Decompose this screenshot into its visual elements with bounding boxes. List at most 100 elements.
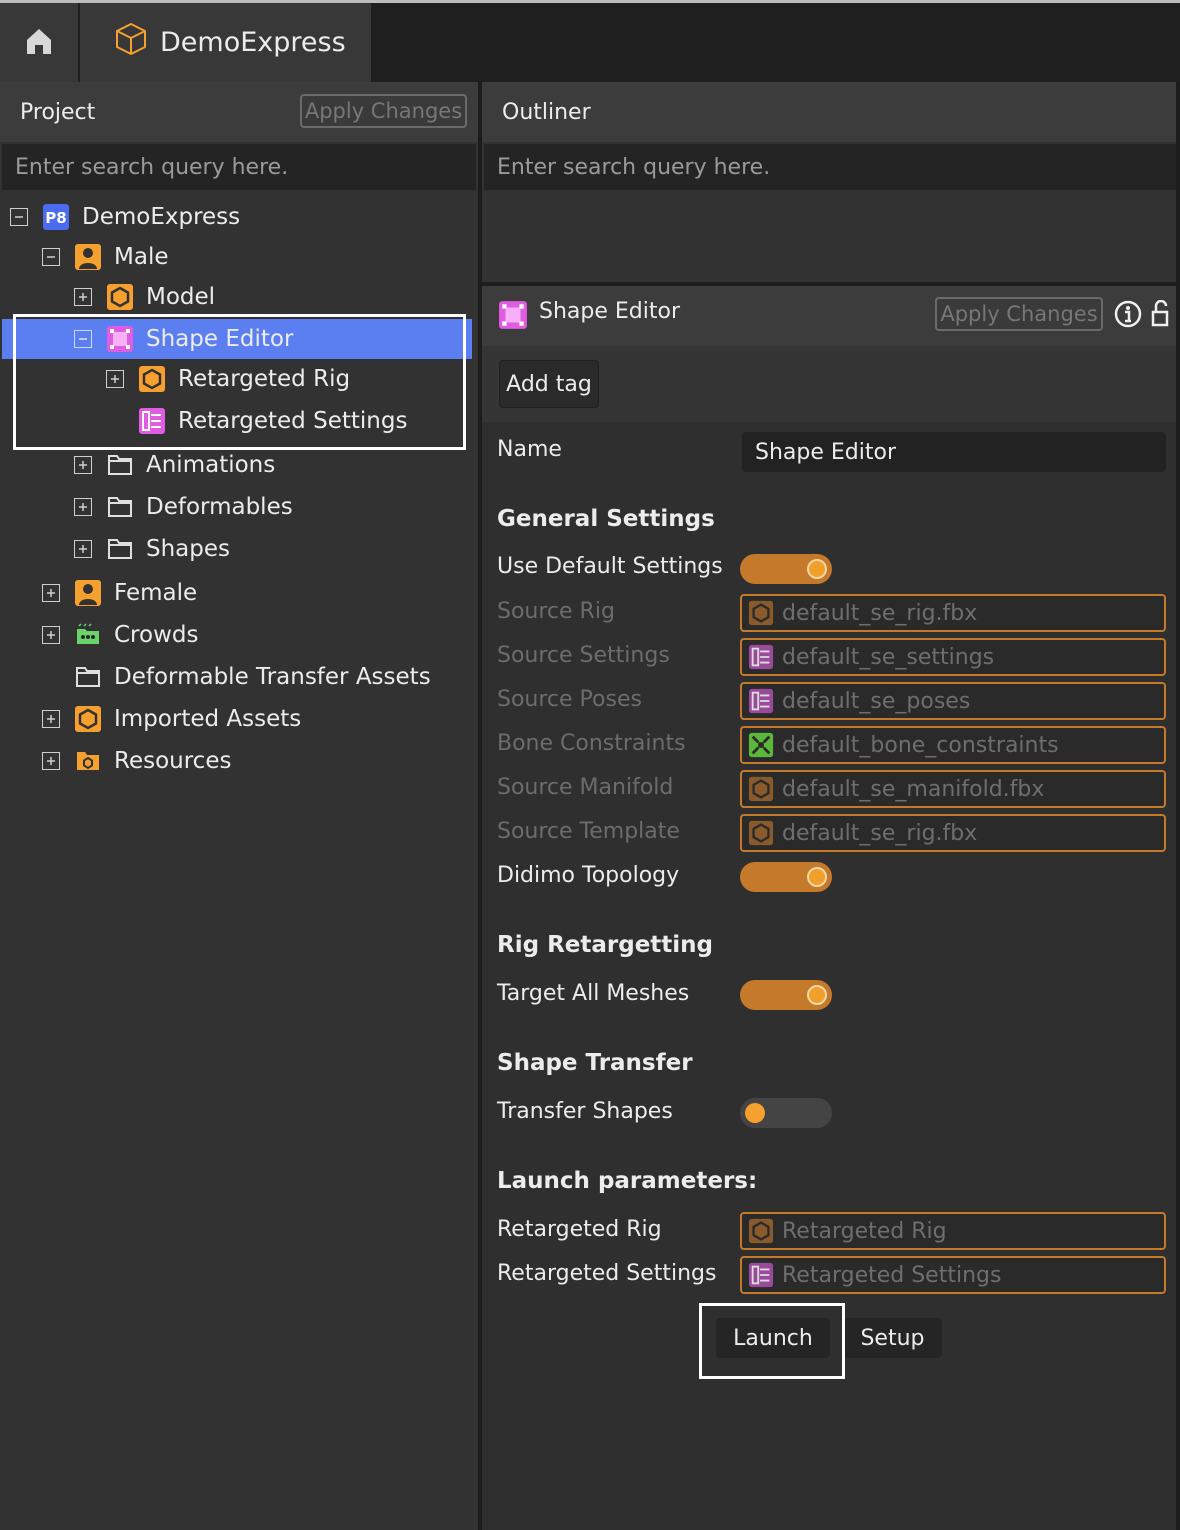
settings-icon bbox=[748, 688, 774, 714]
target-all-meshes-toggle[interactable] bbox=[740, 980, 832, 1010]
tree-item-shape-editor[interactable]: Shape Editor bbox=[2, 319, 472, 359]
inspector-header: Shape Editor Apply Changes bbox=[482, 286, 1176, 346]
use-default-settings-toggle[interactable] bbox=[740, 554, 832, 584]
rig-hexagon-icon bbox=[748, 776, 774, 802]
lp-retargeted-rig-label: Retargeted Rig bbox=[497, 1217, 662, 1242]
settings-icon bbox=[748, 1262, 774, 1288]
folder-icon bbox=[74, 663, 102, 691]
expand-toggle[interactable] bbox=[42, 710, 60, 728]
bone-constraints-icon bbox=[748, 732, 774, 758]
outliner-header: Outliner bbox=[482, 82, 1176, 142]
setup-button[interactable]: Setup bbox=[843, 1318, 942, 1358]
source-manifold-field[interactable]: default_se_manifold.fbx bbox=[740, 770, 1166, 808]
add-tag-button[interactable]: Add tag bbox=[499, 360, 599, 408]
project-title: Project bbox=[20, 99, 96, 125]
source-template-field[interactable]: default_se_rig.fbx bbox=[740, 814, 1166, 852]
tree-label: Male bbox=[114, 244, 169, 270]
tree-item-female[interactable]: Female bbox=[0, 573, 478, 613]
home-icon bbox=[24, 26, 54, 60]
tree-item-retargeted-settings[interactable]: Retargeted Settings bbox=[0, 401, 478, 441]
source-manifold-label: Source Manifold bbox=[497, 775, 674, 800]
source-settings-field[interactable]: default_se_settings bbox=[740, 638, 1166, 676]
source-template-label: Source Template bbox=[497, 819, 680, 844]
home-button[interactable] bbox=[0, 3, 78, 82]
tree-label: Imported Assets bbox=[114, 706, 302, 732]
source-settings-value: default_se_settings bbox=[782, 644, 995, 670]
tree-label: Deformable Transfer Assets bbox=[114, 664, 431, 690]
launch-parameters-heading: Launch parameters: bbox=[497, 1168, 758, 1194]
tab-label: DemoExpress bbox=[160, 27, 346, 58]
lp-retargeted-rig-field[interactable]: Retargeted Rig bbox=[740, 1212, 1166, 1250]
tree-item-resources[interactable]: Resources bbox=[0, 741, 478, 781]
lp-retargeted-settings-label: Retargeted Settings bbox=[497, 1261, 717, 1286]
model-hexagon-icon bbox=[74, 705, 102, 733]
expand-toggle[interactable] bbox=[74, 288, 92, 306]
toggle-knob bbox=[745, 1103, 765, 1123]
expand-toggle[interactable] bbox=[74, 540, 92, 558]
source-poses-label: Source Poses bbox=[497, 687, 642, 712]
tree-item-deformables[interactable]: Deformables bbox=[0, 487, 478, 527]
unlock-icon[interactable] bbox=[1150, 299, 1170, 332]
tree-item-deformable-transfer-assets[interactable]: Deformable Transfer Assets bbox=[0, 657, 478, 697]
tree-item-animations[interactable]: Animations bbox=[0, 445, 478, 485]
tree-item-retargeted-rig[interactable]: Retargeted Rig bbox=[0, 359, 478, 399]
expand-toggle[interactable] bbox=[74, 498, 92, 516]
source-poses-value: default_se_poses bbox=[782, 688, 971, 714]
lp-retargeted-settings-value: Retargeted Settings bbox=[782, 1262, 1002, 1288]
character-icon bbox=[74, 579, 102, 607]
tree-label: Shapes bbox=[146, 536, 231, 562]
tab-demoexpress[interactable]: DemoExpress bbox=[80, 3, 371, 82]
source-rig-label: Source Rig bbox=[497, 599, 615, 624]
folder-icon bbox=[106, 451, 134, 479]
tree-item-model[interactable]: Model bbox=[0, 277, 478, 317]
source-rig-value: default_se_rig.fbx bbox=[782, 600, 978, 626]
source-poses-field[interactable]: default_se_poses bbox=[740, 682, 1166, 720]
info-icon[interactable] bbox=[1114, 300, 1142, 332]
tree-item-male[interactable]: Male bbox=[0, 237, 478, 277]
collapse-toggle[interactable] bbox=[74, 330, 92, 348]
transfer-shapes-label: Transfer Shapes bbox=[497, 1099, 673, 1124]
launch-button[interactable]: Launch bbox=[716, 1318, 830, 1358]
tree-item-imported-assets[interactable]: Imported Assets bbox=[0, 699, 478, 739]
tree-label: Animations bbox=[146, 452, 276, 478]
tree-label: DemoExpress bbox=[82, 204, 241, 230]
rig-hexagon-icon bbox=[748, 1218, 774, 1244]
bone-constraints-field[interactable]: default_bone_constraints bbox=[740, 726, 1166, 764]
source-manifold-value: default_se_manifold.fbx bbox=[782, 776, 1045, 802]
character-icon bbox=[74, 243, 102, 271]
shape-transfer-heading: Shape Transfer bbox=[497, 1050, 693, 1076]
tree-item-shapes[interactable]: Shapes bbox=[0, 529, 478, 569]
project-apply-changes-button[interactable]: Apply Changes bbox=[300, 94, 467, 128]
settings-icon bbox=[138, 407, 166, 435]
didimo-topology-toggle[interactable] bbox=[740, 862, 832, 892]
toggle-knob bbox=[807, 559, 827, 579]
tag-bar: Add tag bbox=[482, 346, 1176, 422]
expand-toggle[interactable] bbox=[42, 626, 60, 644]
collapse-toggle[interactable] bbox=[42, 248, 60, 266]
tree-label: Model bbox=[146, 284, 216, 310]
tree-item-demoexpress[interactable]: P8 DemoExpress bbox=[0, 197, 478, 237]
bone-constraints-label: Bone Constraints bbox=[497, 731, 686, 756]
collapse-toggle[interactable] bbox=[10, 208, 28, 226]
cube-outline-icon bbox=[114, 22, 148, 63]
expand-toggle[interactable] bbox=[106, 370, 124, 388]
didimo-topology-label: Didimo Topology bbox=[497, 863, 680, 888]
outliner-search-input[interactable]: Enter search query here. bbox=[484, 144, 1176, 190]
expand-toggle[interactable] bbox=[74, 456, 92, 474]
inspector-apply-changes-button[interactable]: Apply Changes bbox=[935, 297, 1103, 331]
target-all-meshes-label: Target All Meshes bbox=[497, 981, 690, 1006]
project-panel: Project Apply Changes Enter search query… bbox=[0, 82, 478, 1530]
project-search-input[interactable]: Enter search query here. bbox=[2, 144, 476, 190]
tree-item-crowds[interactable]: Crowds bbox=[0, 615, 478, 655]
source-rig-field[interactable]: default_se_rig.fbx bbox=[740, 594, 1166, 632]
name-label: Name bbox=[497, 437, 562, 462]
name-input[interactable]: Shape Editor bbox=[742, 432, 1166, 472]
expand-toggle[interactable] bbox=[42, 584, 60, 602]
folder-icon bbox=[106, 535, 134, 563]
expand-toggle[interactable] bbox=[42, 752, 60, 770]
shape-editor-icon bbox=[498, 300, 528, 334]
transfer-shapes-toggle[interactable] bbox=[740, 1098, 832, 1128]
lp-retargeted-settings-field[interactable]: Retargeted Settings bbox=[740, 1256, 1166, 1294]
rig-hexagon-icon bbox=[138, 365, 166, 393]
tree-label: Crowds bbox=[114, 622, 199, 648]
